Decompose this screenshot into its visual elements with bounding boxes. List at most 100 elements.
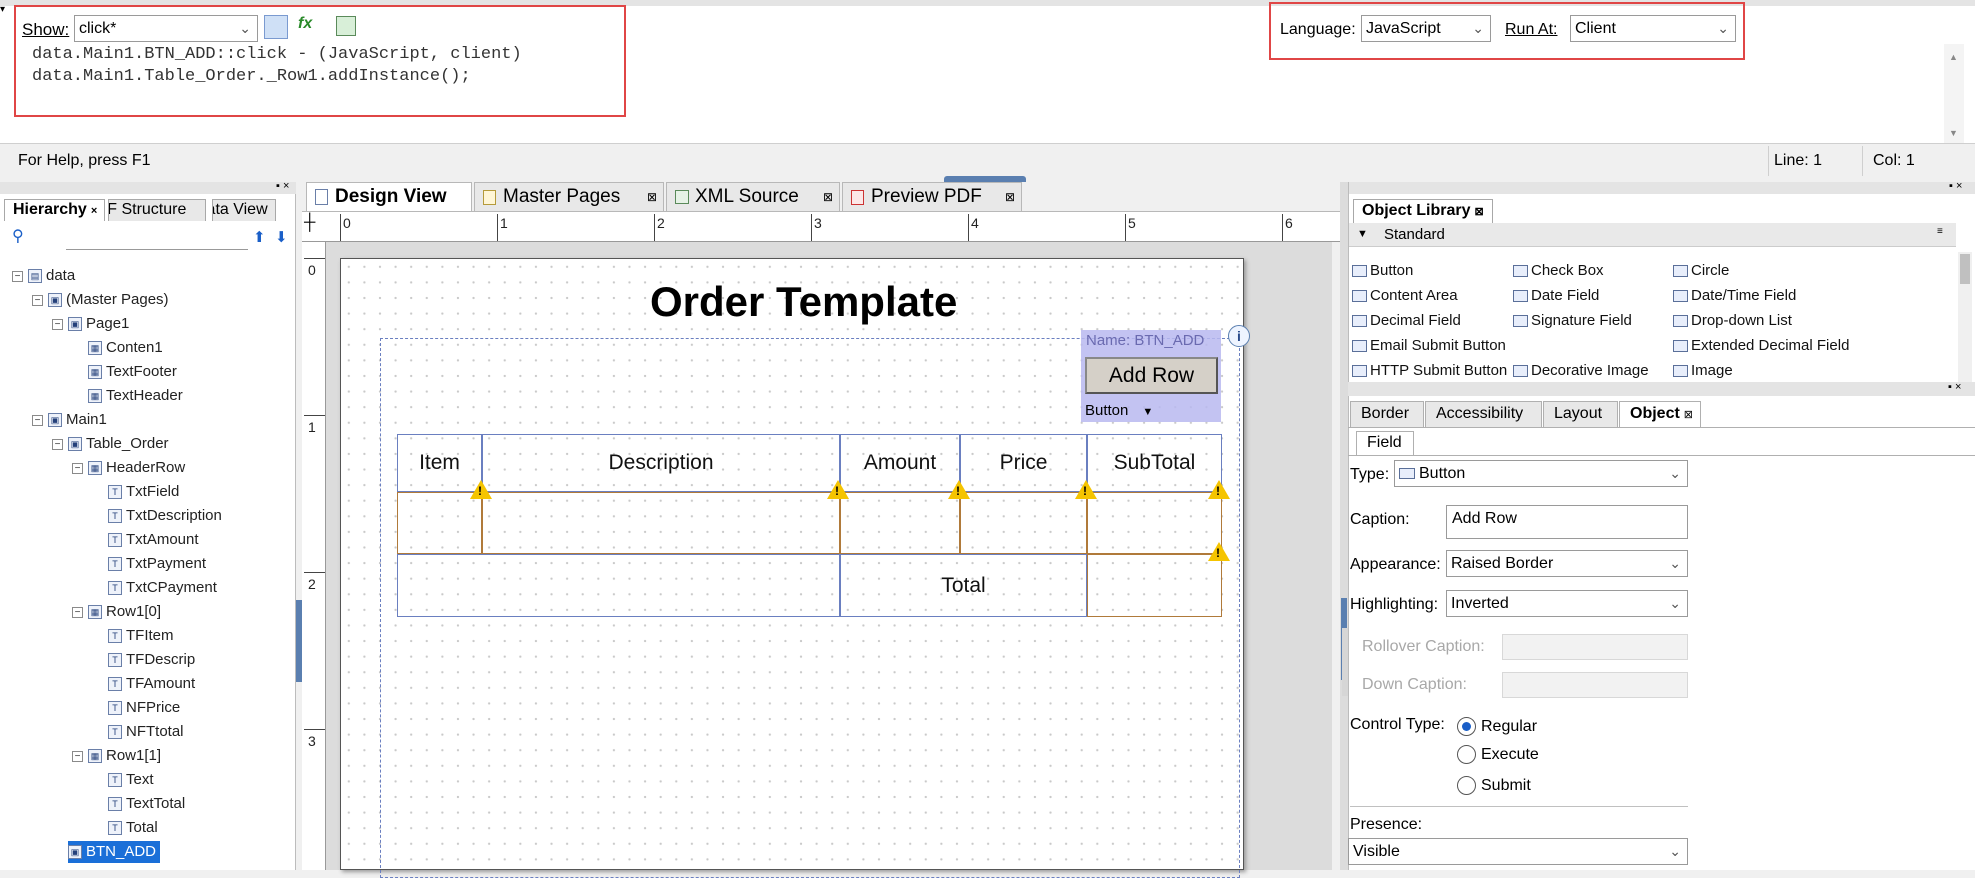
table-cell[interactable] <box>960 492 1087 554</box>
tree-node[interactable]: ▤ data <box>28 265 75 287</box>
tree-node[interactable]: T TFDescrip <box>108 649 195 671</box>
add-row-button[interactable]: Add Row <box>1085 357 1218 394</box>
tree-node[interactable]: T TextTotal <box>108 793 185 815</box>
tab-design-view[interactable]: Design View <box>306 182 472 212</box>
panel-close-icon[interactable]: ▪ × <box>1949 180 1962 192</box>
tab-preview-pdf[interactable]: Preview PDF ⊠ <box>842 182 1022 212</box>
tab-object-library[interactable]: Object Library ⊠ <box>1353 199 1493 223</box>
search-icon[interactable]: ⚲ <box>12 226 24 246</box>
collapse-icon[interactable]: − <box>52 439 63 450</box>
tab-master-pages[interactable]: Master Pages ⊠ <box>474 182 664 212</box>
library-item[interactable]: Circle <box>1673 262 1729 279</box>
library-item[interactable]: Email Submit Button <box>1352 337 1506 354</box>
collapse-icon[interactable]: − <box>32 415 43 426</box>
library-item[interactable]: Button <box>1352 262 1413 279</box>
header-cell[interactable]: Price <box>960 434 1087 492</box>
tab-border[interactable]: Border <box>1350 401 1424 427</box>
panel-close-icon[interactable]: ▪ × <box>1948 381 1961 393</box>
warning-icon[interactable]: ! <box>1075 480 1097 499</box>
table-cell[interactable] <box>1087 492 1222 554</box>
tree-node[interactable]: T TxtPayment <box>108 553 206 575</box>
highlighting-dropdown[interactable]: Inverted ⌄ <box>1446 590 1688 617</box>
splitter-handle[interactable] <box>1342 628 1348 696</box>
tree-node[interactable]: T TFAmount <box>108 673 195 695</box>
tree-node[interactable]: T Total <box>108 817 158 839</box>
close-icon[interactable]: ⊠ <box>823 183 833 211</box>
table-cell[interactable] <box>397 554 840 617</box>
library-item[interactable]: Date Field <box>1513 287 1599 304</box>
caption-input[interactable]: Add Row <box>1446 505 1688 539</box>
warning-icon[interactable]: ! <box>1208 542 1230 561</box>
close-icon[interactable]: ⊠ <box>1474 206 1483 218</box>
arrow-down-icon[interactable]: ⬇ <box>275 228 288 246</box>
tab-accessibility[interactable]: Accessibility <box>1425 401 1542 427</box>
close-icon[interactable]: × <box>91 205 97 217</box>
library-item[interactable]: Extended Decimal Field <box>1673 337 1849 354</box>
close-icon[interactable]: ⊠ <box>1005 183 1015 211</box>
editor-collapse-icon[interactable]: ▾ <box>0 4 5 15</box>
appearance-dropdown[interactable]: Raised Border ⌄ <box>1446 550 1688 577</box>
tree-node[interactable]: T TFItem <box>108 625 174 647</box>
library-item[interactable]: Decorative Image <box>1513 362 1649 379</box>
tab-xml-source[interactable]: XML Source ⊠ <box>666 182 840 212</box>
tree-node[interactable]: ▣ BTN_ADD <box>68 841 161 863</box>
table-cell[interactable] <box>482 492 840 554</box>
info-icon[interactable]: i <box>1228 325 1250 347</box>
tree-node[interactable]: T TxtDescription <box>108 505 222 527</box>
tree-node[interactable]: T TxtAmount <box>108 529 199 551</box>
header-cell[interactable]: Description <box>482 434 840 492</box>
warning-icon[interactable]: ! <box>470 480 492 499</box>
header-cell[interactable]: Amount <box>840 434 960 492</box>
type-dropdown[interactable]: Button ⌄ <box>1394 460 1688 487</box>
group-menu-icon[interactable]: ≡ <box>1937 226 1943 237</box>
collapse-icon[interactable]: − <box>52 319 63 330</box>
library-item[interactable]: Signature Field <box>1513 312 1632 329</box>
library-item[interactable]: Image <box>1673 362 1733 379</box>
tab-object[interactable]: Object ⊠ <box>1619 401 1701 427</box>
tree-node[interactable]: ▣ Table_Order <box>68 433 169 455</box>
splitter[interactable] <box>1340 182 1348 870</box>
warning-icon[interactable]: ! <box>948 480 970 499</box>
library-item[interactable]: HTTP Submit Button <box>1352 362 1507 379</box>
tree-node[interactable]: T Text <box>108 769 154 791</box>
close-icon[interactable]: ⊠ <box>1684 409 1693 421</box>
tree-node[interactable]: T TxtCPayment <box>108 577 217 599</box>
tab-pdf-structure[interactable]: PDF Structure <box>108 199 206 221</box>
hierarchy-search-input[interactable] <box>66 228 248 250</box>
panel-close-icon[interactable]: ▪ × <box>276 180 289 192</box>
tab-data-view[interactable]: Data View <box>212 199 276 221</box>
tree-node[interactable]: ▦ Row1[0] <box>88 601 161 623</box>
collapse-icon[interactable]: − <box>12 271 23 282</box>
close-icon[interactable]: ⊠ <box>647 183 657 211</box>
table-cell[interactable] <box>397 492 482 554</box>
warning-icon[interactable]: ! <box>1208 480 1230 499</box>
radio-regular[interactable] <box>1457 717 1476 736</box>
tree-node[interactable]: ▦ TextFooter <box>88 361 177 383</box>
table-cell[interactable] <box>840 492 960 554</box>
library-scroll-thumb[interactable] <box>1960 254 1970 284</box>
subtab-field[interactable]: Field <box>1356 431 1414 455</box>
collapse-icon[interactable]: − <box>72 463 83 474</box>
library-item[interactable]: Content Area <box>1352 287 1458 304</box>
tree-node[interactable]: ▦ Conten1 <box>88 337 163 359</box>
tab-layout[interactable]: Layout <box>1543 401 1618 427</box>
collapse-icon[interactable]: − <box>72 751 83 762</box>
scroll-down-icon[interactable]: ▼ <box>1949 128 1958 138</box>
tree-node[interactable]: ▦ TextHeader <box>88 385 183 407</box>
library-item[interactable]: Check Box <box>1513 262 1604 279</box>
total-label-cell[interactable]: Total <box>840 554 1087 617</box>
scroll-up-icon[interactable]: ▲ <box>1949 52 1958 62</box>
radio-execute[interactable] <box>1457 745 1476 764</box>
collapse-triangle-icon[interactable]: ▼ <box>1357 228 1368 240</box>
form-title[interactable]: Order Template <box>650 278 957 326</box>
arrow-up-icon[interactable]: ⬆ <box>253 228 266 246</box>
tree-node[interactable]: T NFTtotal <box>108 721 184 743</box>
tree-node[interactable]: ▣ Main1 <box>48 409 107 431</box>
warning-icon[interactable]: ! <box>827 480 849 499</box>
header-cell[interactable]: SubTotal <box>1087 434 1222 492</box>
presence-dropdown[interactable]: Visible ⌄ <box>1348 838 1688 865</box>
tree-node[interactable]: ▣ (Master Pages) <box>48 289 169 311</box>
tree-node[interactable]: ▦ Row1[1] <box>88 745 161 767</box>
tree-node[interactable]: ▣ Page1 <box>68 313 129 335</box>
radio-submit[interactable] <box>1457 776 1476 795</box>
